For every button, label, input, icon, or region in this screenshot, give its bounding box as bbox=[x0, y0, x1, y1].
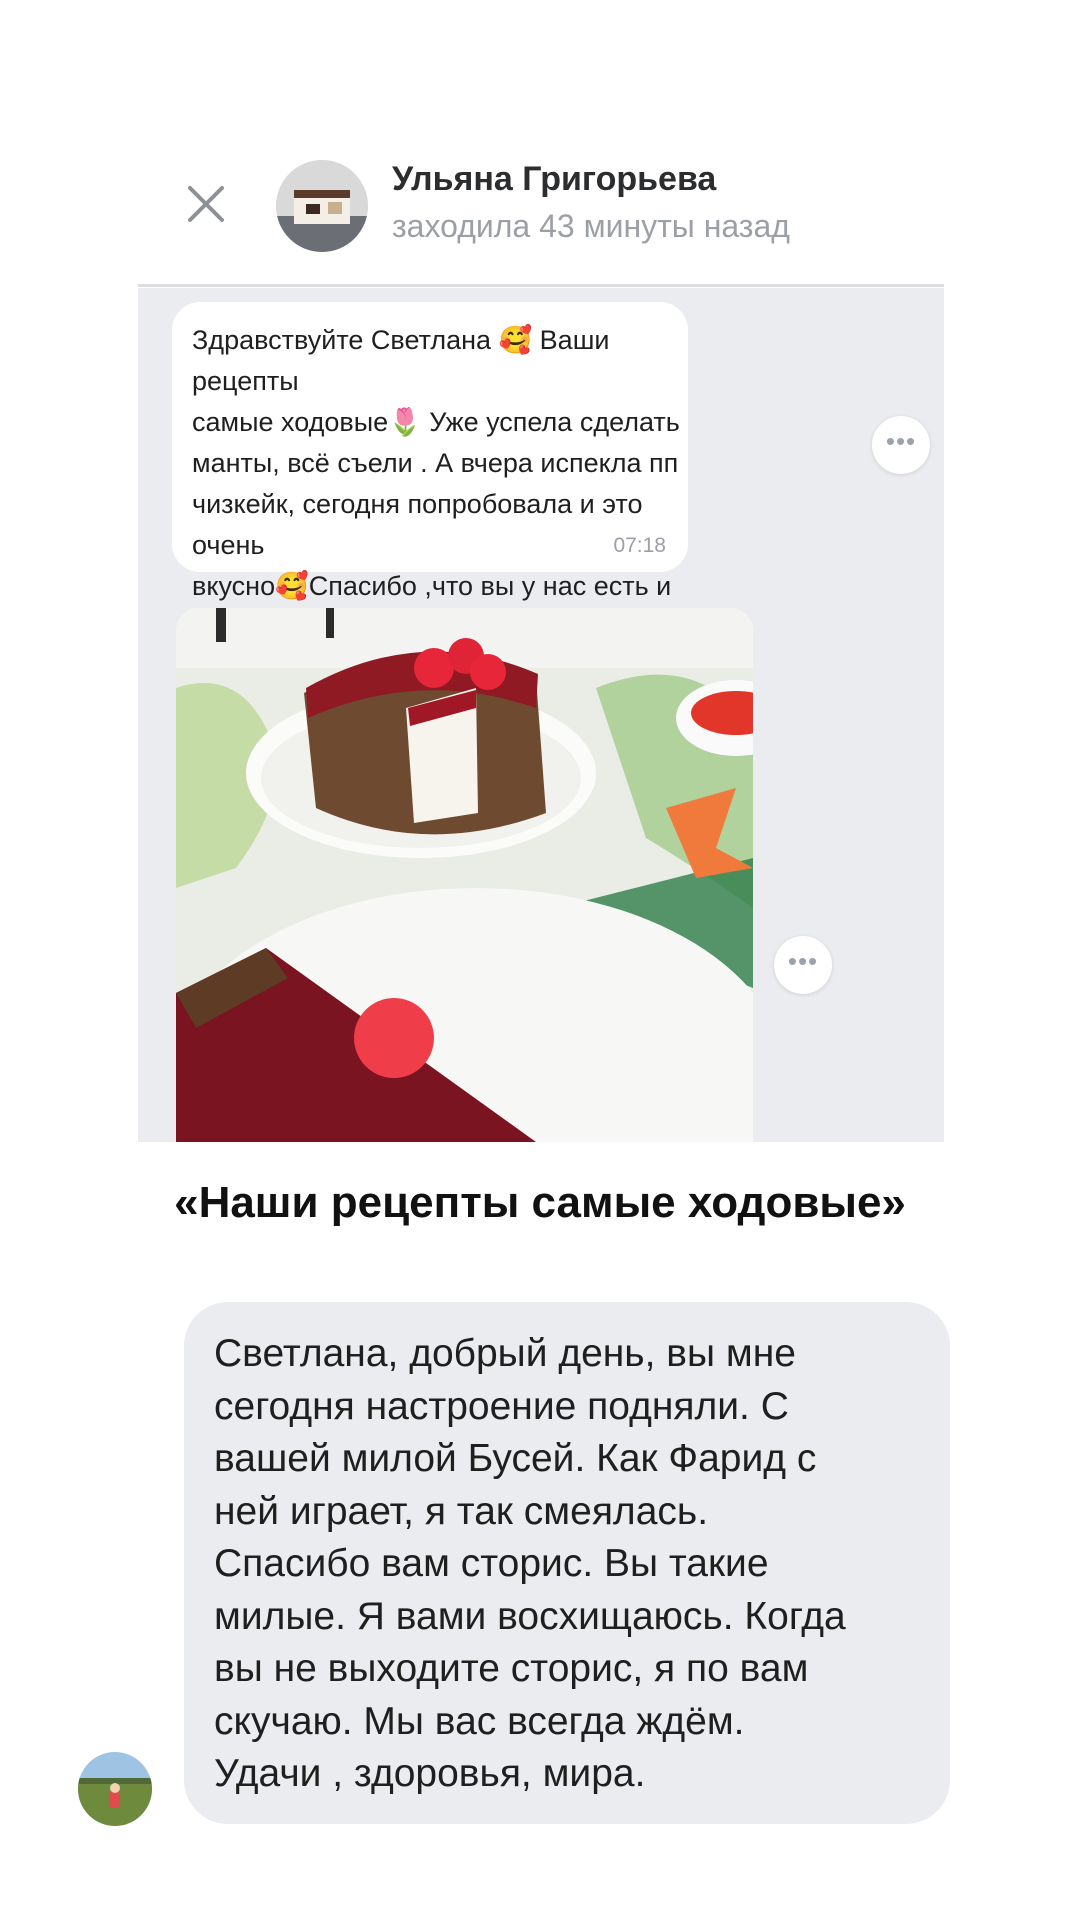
story-caption: «Наши рецепты самые ходовые» bbox=[174, 1178, 906, 1227]
message-more-button[interactable]: ••• bbox=[872, 416, 930, 474]
message-text: Здравствуйте Светлана 🥰 Ваши рецепты сам… bbox=[192, 325, 680, 642]
contact-avatar[interactable] bbox=[276, 160, 368, 252]
photo-image bbox=[176, 608, 753, 1142]
avatar-image bbox=[276, 160, 368, 252]
header-divider bbox=[138, 284, 944, 287]
close-icon bbox=[188, 186, 224, 222]
chat-header: Ульяна Григорьева заходила 43 минуты наз… bbox=[138, 150, 944, 286]
message-bubble-2[interactable]: Светлана, добрый день, вы мне сегодня на… bbox=[184, 1302, 950, 1824]
message-bubble[interactable]: Здравствуйте Светлана 🥰 Ваши рецепты сам… bbox=[172, 302, 688, 642]
chat-screenshot: Здравствуйте Светлана 🥰 Ваши рецепты сам… bbox=[138, 288, 944, 1142]
contact-name[interactable]: Ульяна Григорьева bbox=[392, 160, 716, 199]
contact-status: заходила 43 минуты назад bbox=[392, 208, 790, 244]
sender-avatar-image bbox=[78, 1752, 152, 1826]
close-button[interactable] bbox=[182, 180, 230, 228]
sender-avatar[interactable] bbox=[78, 1752, 152, 1826]
photo-more-button[interactable]: ••• bbox=[774, 936, 832, 994]
cheesecake-photo[interactable] bbox=[176, 608, 753, 1142]
message-time: 07:18 bbox=[613, 534, 666, 557]
message-text-2: Светлана, добрый день, вы мне сегодня на… bbox=[214, 1332, 846, 1795]
